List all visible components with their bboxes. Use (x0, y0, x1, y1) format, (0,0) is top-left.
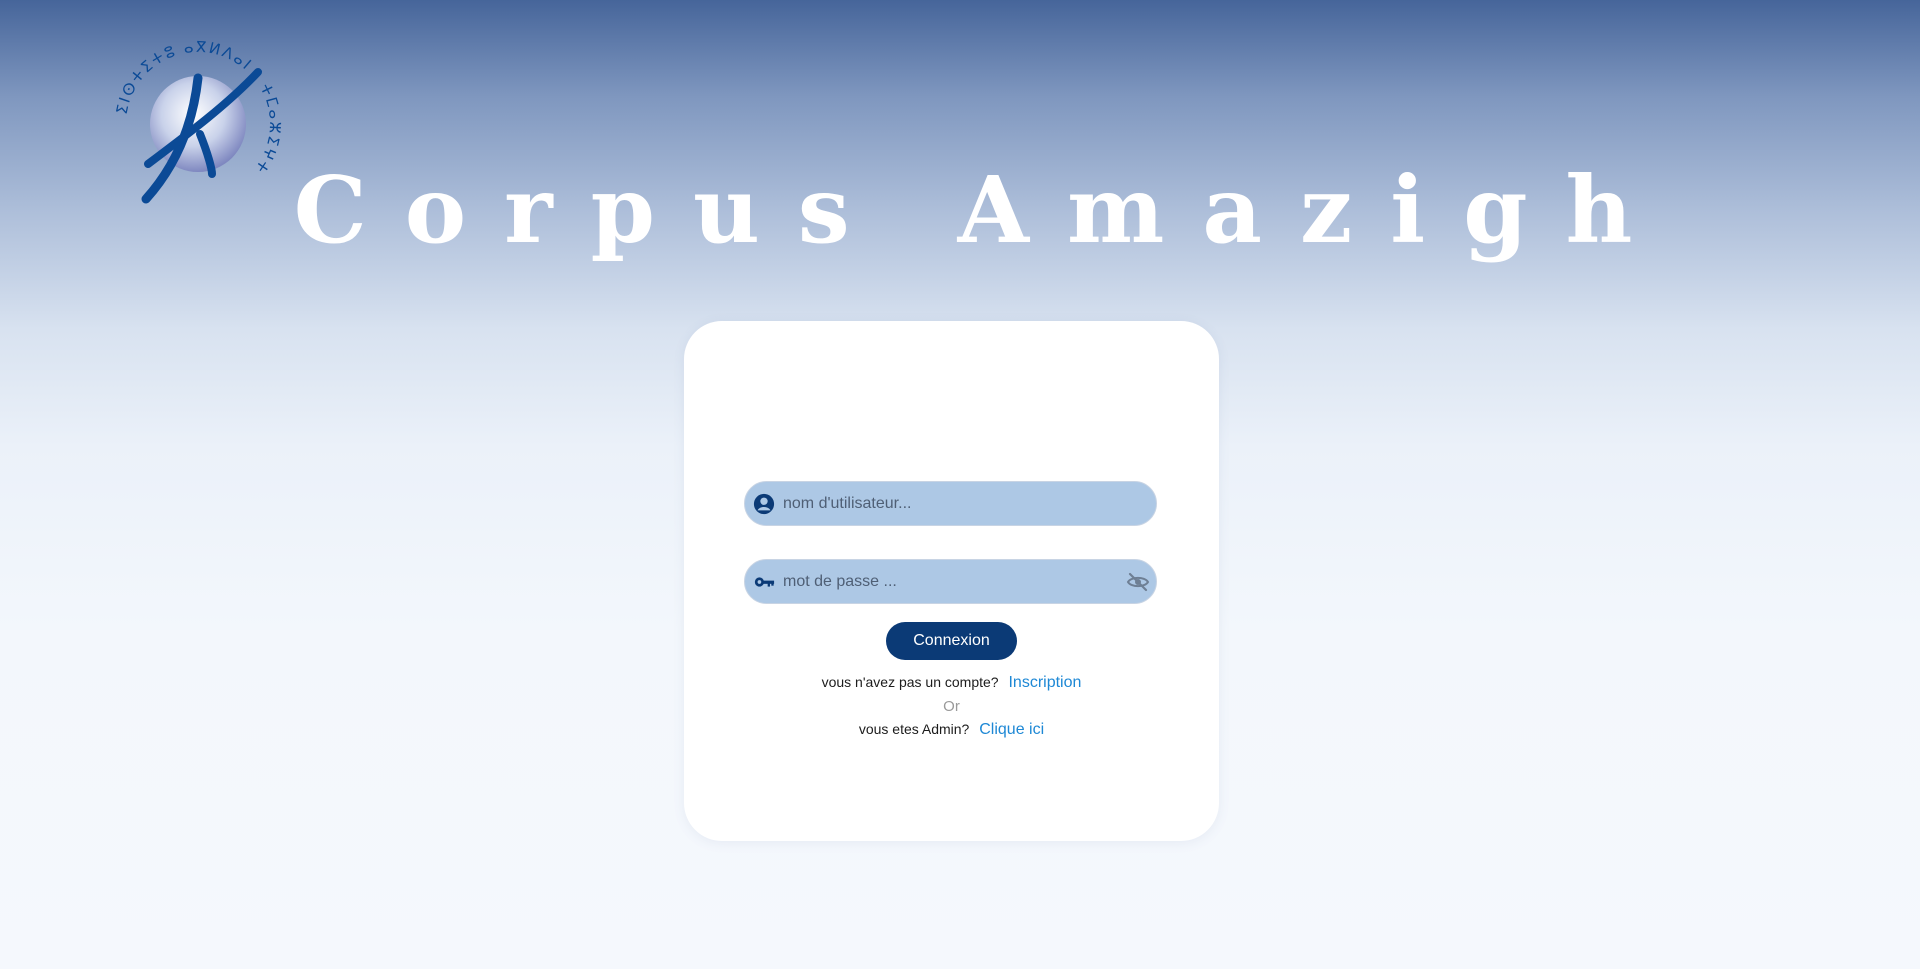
username-input[interactable] (783, 482, 1113, 525)
password-field[interactable] (744, 559, 1157, 604)
signup-prompt: vous n'avez pas un compte? (821, 674, 999, 690)
signup-row: vous n'avez pas un compte? Inscription (684, 674, 1219, 692)
username-field[interactable] (744, 481, 1157, 526)
page-title: Corpus Amazigh (293, 156, 1671, 264)
login-button[interactable]: Connexion (886, 622, 1017, 660)
password-input[interactable] (783, 560, 1113, 603)
signup-link[interactable]: Inscription (1008, 674, 1081, 691)
eye-off-icon[interactable] (1126, 570, 1150, 594)
or-separator: Or (943, 698, 960, 715)
admin-prompt: vous etes Admin? (858, 721, 970, 737)
admin-link[interactable]: Clique ici (979, 721, 1044, 738)
user-circle-icon (753, 493, 775, 515)
admin-row: vous etes Admin? Clique ici (684, 721, 1219, 739)
login-card: Connexion vous n'avez pas un compte? Ins… (684, 321, 1219, 841)
key-icon (753, 571, 775, 593)
